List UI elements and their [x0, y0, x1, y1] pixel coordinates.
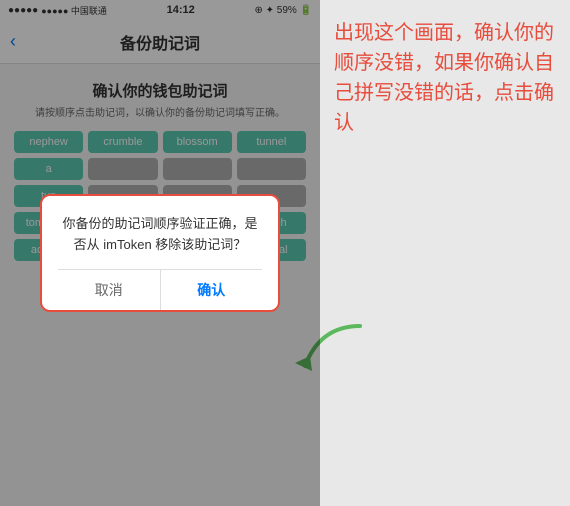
modal-overlay: 你备份的助记词顺序验证正确，是否从 imToken 移除该助记词？ 取消 确认 — [0, 0, 320, 506]
modal-cancel-button[interactable]: 取消 — [58, 270, 161, 310]
annotation-panel: 出现这个画面，确认你的顺序没错，如果你确认自己拼写没错的话，点击确认 — [320, 0, 570, 506]
modal-text: 你备份的助记词顺序验证正确，是否从 imToken 移除该助记词？ — [58, 214, 262, 256]
modal-box: 你备份的助记词顺序验证正确，是否从 imToken 移除该助记词？ 取消 确认 — [40, 194, 280, 313]
phone-frame: ●●●●● ●●●●● 中国联通 14:12 ⊕ ✦ 59% 🔋 ‹ 备份助记词… — [0, 0, 320, 506]
modal-buttons: 取消 确认 — [58, 269, 262, 310]
annotation-text: 出现这个画面，确认你的顺序没错，如果你确认自己拼写没错的话，点击确认 — [334, 18, 556, 138]
modal-ok-button[interactable]: 确认 — [161, 270, 263, 310]
